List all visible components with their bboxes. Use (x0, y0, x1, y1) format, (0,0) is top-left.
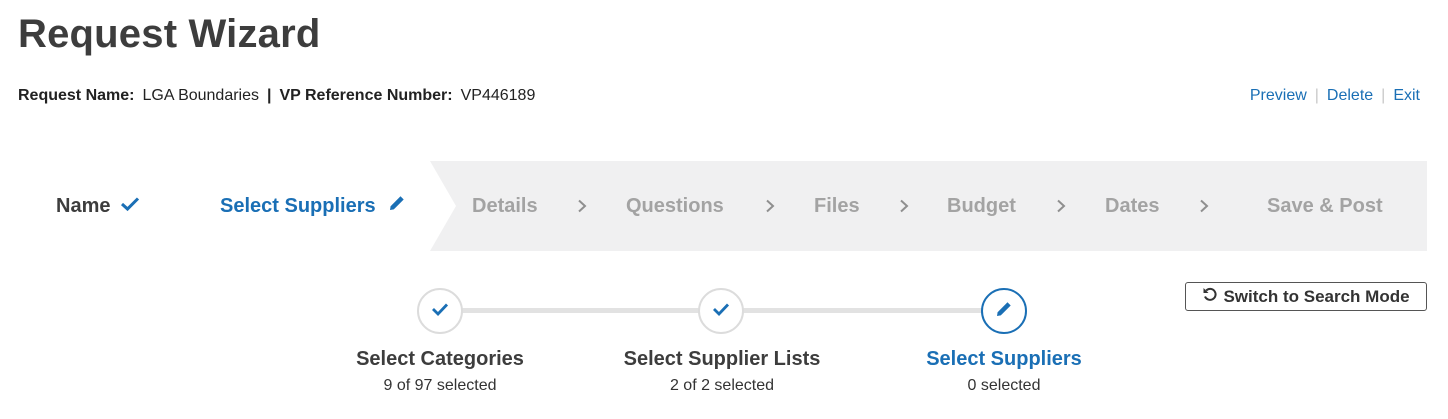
vp-reference-value: VP446189 (460, 87, 536, 104)
check-icon (431, 302, 449, 321)
step-name[interactable]: Name (56, 161, 140, 251)
step-label: Name (56, 194, 111, 217)
meta-separator: | (267, 87, 272, 104)
substep-count-categories: 9 of 97 selected (383, 377, 497, 394)
pencil-icon (388, 194, 406, 218)
chevron-right-icon (1056, 161, 1066, 251)
pencil-icon (995, 300, 1013, 323)
request-name-label: Request Name: (18, 87, 135, 104)
step-save-and-post[interactable]: Save & Post (1267, 161, 1383, 251)
step-budget[interactable]: Budget (947, 161, 1016, 251)
substep-label-categories: Select Categories (356, 348, 524, 370)
step-label: Budget (947, 194, 1016, 217)
step-questions[interactable]: Questions (626, 161, 724, 251)
step-label: Dates (1105, 194, 1160, 217)
substep-label-supplier-lists: Select Supplier Lists (623, 348, 821, 370)
step-label: Select Suppliers (220, 194, 376, 217)
substep-node-suppliers[interactable] (981, 288, 1027, 334)
page-title: Request Wizard (18, 12, 321, 56)
preview-link[interactable]: Preview (1250, 87, 1307, 105)
step-select-suppliers[interactable]: Select Suppliers (220, 161, 406, 251)
switch-button-label: Switch to Search Mode (1223, 286, 1410, 306)
chevron-right-icon (899, 161, 909, 251)
vp-reference-label: VP Reference Number: (279, 87, 453, 104)
step-label: Files (814, 194, 860, 217)
chevron-right-icon (577, 161, 587, 251)
action-divider: | (1314, 87, 1319, 104)
step-files[interactable]: Files (814, 161, 860, 251)
delete-link[interactable]: Delete (1327, 87, 1373, 105)
undo-icon (1202, 286, 1223, 307)
check-icon (712, 302, 730, 321)
step-dates[interactable]: Dates (1105, 161, 1159, 251)
exit-link[interactable]: Exit (1393, 87, 1420, 105)
chevron-right-icon (765, 161, 775, 251)
substep-count-suppliers: 0 selected (967, 377, 1041, 394)
substep-label-suppliers: Select Suppliers (926, 348, 1082, 370)
chevron-right-icon (1199, 161, 1209, 251)
step-label: Questions (626, 194, 724, 217)
step-details[interactable]: Details (472, 161, 538, 251)
request-name-value: LGA Boundaries (142, 87, 260, 104)
request-meta: Request Name: LGA Boundaries | VP Refere… (18, 87, 535, 105)
check-icon (120, 195, 140, 218)
step-label: Details (472, 194, 538, 217)
action-divider: | (1381, 87, 1386, 104)
switch-to-search-mode-button[interactable]: Switch to Search Mode (1185, 282, 1427, 311)
substep-node-supplier-lists[interactable] (698, 288, 744, 334)
header-actions: Preview | Delete | Exit (1250, 87, 1420, 105)
step-label: Save & Post (1267, 194, 1383, 217)
substep-node-categories[interactable] (417, 288, 463, 334)
substep-count-supplier-lists: 2 of 2 selected (669, 377, 775, 394)
wizard-stepbar: Name Select Suppliers Details Questions … (0, 161, 1427, 251)
